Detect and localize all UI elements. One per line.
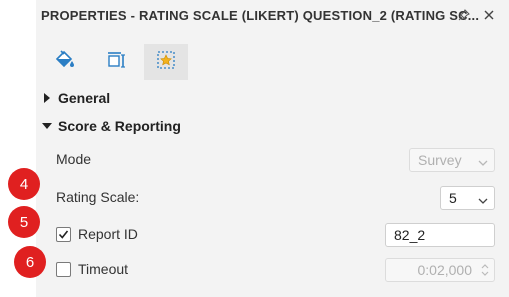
- checkmark-icon: [58, 230, 69, 239]
- properties-panel: PROPERTIES - RATING SCALE (LIKERT) QUEST…: [36, 0, 509, 297]
- timeout-value: 0:02,000: [417, 262, 473, 278]
- callout-5: 5: [8, 206, 40, 238]
- callout-6: 6: [14, 246, 46, 278]
- panel-title: PROPERTIES - RATING SCALE (LIKERT) QUEST…: [41, 8, 480, 23]
- callout-4-number: 4: [19, 175, 29, 193]
- section-general-label: General: [58, 90, 111, 106]
- timeout-input[interactable]: 0:02,000: [385, 258, 495, 282]
- section-score-reporting[interactable]: Score & Reporting: [36, 114, 509, 138]
- star-frame-icon: [155, 49, 177, 76]
- mode-label: Mode: [56, 151, 92, 167]
- mode-value: Survey: [418, 152, 462, 168]
- chevron-down-icon: [36, 122, 58, 130]
- rating-scale-value: 5: [449, 190, 457, 206]
- text-frame-icon: [106, 50, 126, 75]
- report-id-label: Report ID: [78, 226, 138, 242]
- chevron-down-icon: [478, 155, 488, 171]
- callout-4: 4: [8, 168, 40, 200]
- mode-select[interactable]: Survey: [409, 148, 495, 172]
- paint-bucket-icon: [53, 49, 75, 75]
- pin-icon[interactable]: [456, 7, 472, 23]
- tab-score-reporting[interactable]: [144, 44, 188, 80]
- section-score-reporting-label: Score & Reporting: [58, 118, 181, 134]
- tab-layout[interactable]: [94, 44, 138, 80]
- timeout-checkbox[interactable]: [56, 262, 71, 277]
- rating-scale-select[interactable]: 5: [440, 186, 495, 210]
- callout-5-number: 5: [19, 213, 29, 231]
- report-id-checkbox[interactable]: [56, 227, 71, 242]
- rating-scale-label: Rating Scale:: [56, 189, 140, 205]
- report-id-value: 82_2: [394, 227, 426, 243]
- close-icon[interactable]: [481, 7, 497, 23]
- timeout-label: Timeout: [78, 261, 129, 277]
- panel-header: PROPERTIES - RATING SCALE (LIKERT) QUEST…: [36, 0, 509, 32]
- chevron-down-icon: [478, 193, 488, 209]
- spinner-icon[interactable]: [480, 262, 490, 281]
- chevron-right-icon: [36, 93, 58, 103]
- tab-appearance[interactable]: [42, 44, 86, 80]
- report-id-input[interactable]: 82_2: [385, 223, 495, 247]
- callout-6-number: 6: [25, 253, 35, 271]
- property-tabs: [36, 44, 509, 80]
- section-general[interactable]: General: [36, 86, 509, 110]
